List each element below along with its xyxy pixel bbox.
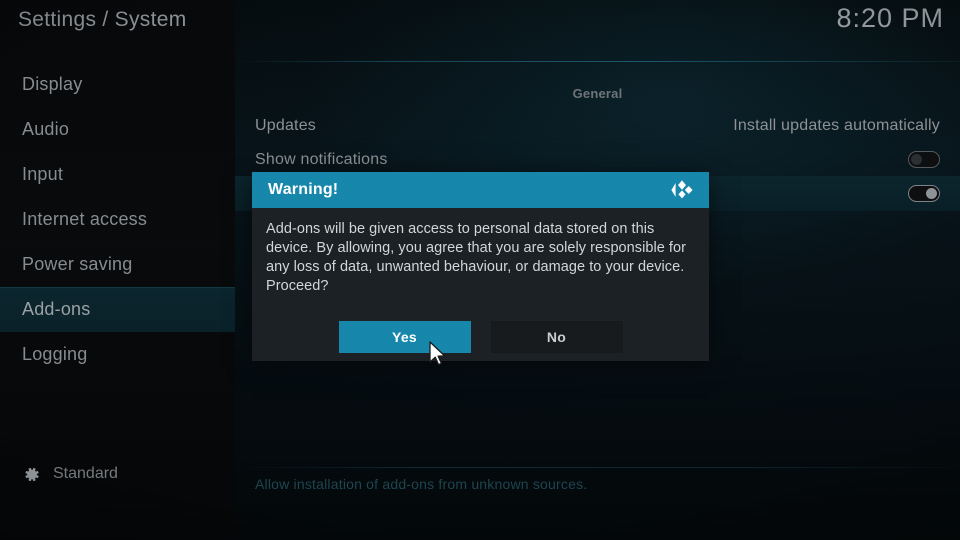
- setting-label: Show notifications: [255, 150, 388, 168]
- dialog-message: Add-ons will be given access to personal…: [266, 221, 687, 294]
- kodi-settings-screen: Settings / System 8:20 PM Display Audio …: [0, 0, 960, 540]
- sidebar-item-label: Add-ons: [22, 299, 91, 319]
- sidebar-item-input[interactable]: Input: [0, 152, 235, 197]
- gear-icon: [22, 465, 41, 484]
- kodi-logo-icon: [669, 177, 695, 203]
- sidebar-item-label: Internet access: [22, 209, 148, 229]
- warning-dialog: Warning! Add-ons will be given access to…: [252, 172, 709, 361]
- breadcrumb: Settings / System: [18, 8, 187, 31]
- setting-description: Allow installation of add-ons from unkno…: [255, 476, 588, 492]
- settings-level-label: Standard: [53, 465, 118, 482]
- clock: 8:20 PM: [836, 3, 944, 33]
- setting-label: Updates: [255, 116, 316, 134]
- sidebar-item-label: Logging: [22, 344, 88, 364]
- sidebar-item-display[interactable]: Display: [0, 62, 235, 107]
- no-button[interactable]: No: [490, 321, 623, 353]
- sidebar-item-label: Power saving: [22, 254, 133, 274]
- sidebar-item-internet-access[interactable]: Internet access: [0, 197, 235, 242]
- footer-divider: [235, 467, 960, 468]
- sidebar-item-power-saving[interactable]: Power saving: [0, 242, 235, 287]
- dialog-button-row: Yes No: [252, 321, 709, 353]
- dialog-title: Warning!: [268, 181, 339, 198]
- toggle-unknown-sources[interactable]: [908, 185, 940, 202]
- toggle-show-notifications[interactable]: [908, 151, 940, 168]
- sidebar-item-label: Display: [22, 74, 83, 94]
- top-bar: Settings / System 8:20 PM: [0, 0, 960, 62]
- sidebar-item-logging[interactable]: Logging: [0, 332, 235, 377]
- sidebar-item-audio[interactable]: Audio: [0, 107, 235, 152]
- settings-level-selector[interactable]: Standard: [0, 460, 235, 488]
- sidebar-item-add-ons[interactable]: Add-ons: [0, 287, 235, 332]
- toggle-knob: [926, 188, 937, 199]
- toggle-knob: [911, 154, 922, 165]
- yes-button[interactable]: Yes: [338, 321, 471, 353]
- sidebar-item-label: Input: [22, 164, 64, 184]
- sidebar-item-label: Audio: [22, 119, 70, 139]
- setting-value: Install updates automatically: [733, 116, 940, 134]
- dialog-header: Warning!: [252, 172, 709, 208]
- setting-row-updates[interactable]: Updates Install updates automatically: [235, 108, 960, 143]
- section-title: General: [572, 86, 623, 101]
